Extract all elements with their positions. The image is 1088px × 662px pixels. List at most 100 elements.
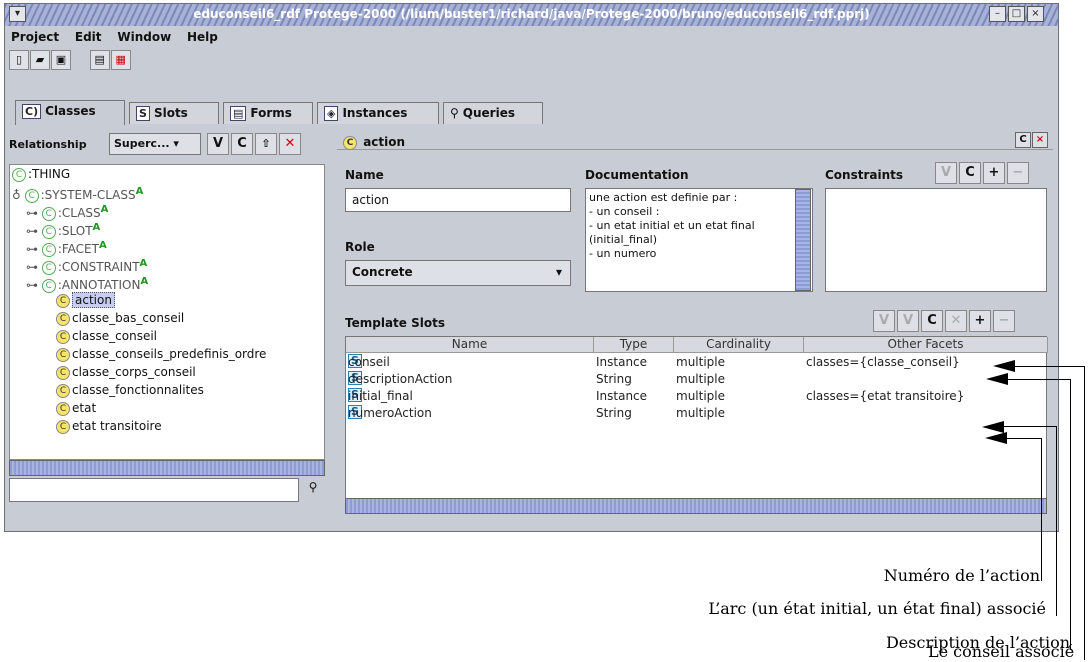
class-icon: C: [56, 329, 70, 344]
expand-icon[interactable]: ⊶: [26, 242, 42, 256]
add-constraint-button[interactable]: +: [983, 162, 1005, 184]
view-slot-button[interactable]: V: [873, 310, 895, 332]
tree-node-classe-conseils-predefinis-ordre[interactable]: Cclasse_conseils_predefinis_ordre: [56, 345, 266, 363]
delete-slot-button[interactable]: −: [993, 310, 1015, 332]
maximize-icon[interactable]: □: [1008, 6, 1025, 22]
expand-icon[interactable]: ♁: [12, 188, 25, 202]
class-icon: C: [41, 278, 56, 293]
relationship-label: Relationship: [9, 138, 87, 151]
tab-slots[interactable]: S Slots: [129, 102, 219, 124]
tree-node-classe-bas-conseil[interactable]: Cclasse_bas_conseil: [56, 309, 184, 327]
documentation-textarea[interactable]: une action est definie par : - un consei…: [585, 188, 813, 292]
constraints-list[interactable]: [825, 188, 1047, 292]
tab-classes[interactable]: C) Classes: [15, 100, 125, 125]
class-icon: C: [56, 347, 70, 362]
move-up-button[interactable]: ⇧: [255, 133, 277, 155]
table-row[interactable]: Sconseil Instance multiple classes={clas…: [346, 354, 1046, 371]
new-project-icon[interactable]: ▯: [9, 50, 29, 70]
table-row[interactable]: SdescriptionAction String multiple: [346, 371, 1046, 388]
view-class-button[interactable]: V: [207, 133, 229, 155]
tree-node-action[interactable]: Caction: [56, 291, 115, 309]
save-project-icon[interactable]: ▣: [51, 50, 71, 70]
arrow-arc-leader: [1056, 426, 1057, 616]
expand-icon[interactable]: ⊶: [26, 278, 42, 292]
cascade-windows-icon[interactable]: ▤: [89, 50, 110, 70]
open-project-icon[interactable]: ▰: [30, 50, 50, 70]
menu-window[interactable]: Window: [111, 27, 177, 44]
title-bar[interactable]: ▾ educonseil6_rdf Protege-2000 (/lium/bu…: [5, 4, 1058, 26]
slots-horizontal-scrollbar[interactable]: [345, 498, 1047, 514]
tree-node-classe-conseil[interactable]: Cclasse_conseil: [56, 327, 157, 345]
tree-node-constraint[interactable]: ⊶ C:CONSTRAINTA: [26, 255, 147, 275]
view-constraint-button[interactable]: V: [935, 162, 957, 184]
class-icon: C: [343, 135, 357, 150]
arrow-description-leader: [1070, 379, 1071, 650]
slots-icon: S: [136, 106, 150, 121]
name-field[interactable]: action: [345, 188, 571, 212]
tab-instances[interactable]: ◈ Instances: [317, 102, 439, 124]
tree-node-classe-corps-conseil[interactable]: Cclasse_corps_conseil: [56, 363, 196, 381]
arrow-conseil-head: [993, 360, 1015, 372]
toolbar: ▯ ▰ ▣ ▤ ▦: [9, 50, 132, 74]
close-icon[interactable]: ×: [1027, 6, 1044, 22]
tree-node-annotation[interactable]: ⊶ C:ANNOTATIONA: [26, 273, 148, 293]
class-tree[interactable]: C:THING ♁ C:SYSTEM-CLASSA ⊶ C:CLASSA ⊶ C…: [9, 164, 325, 460]
tree-horizontal-scrollbar[interactable]: [9, 460, 325, 476]
class-icon: C: [56, 419, 70, 434]
window-title: educonseil6_rdf Protege-2000 (/lium/bust…: [193, 7, 870, 21]
expand-icon[interactable]: ⊶: [26, 206, 42, 220]
expand-icon[interactable]: ⊶: [26, 224, 42, 238]
create-class-button[interactable]: C: [231, 133, 253, 155]
tree-node-etat[interactable]: Cetat: [56, 399, 96, 417]
tree-node-slot[interactable]: ⊶ C:SLOTA: [26, 219, 100, 239]
tree-node-classe-fonctionnalites[interactable]: Cclasse_fonctionnalites: [56, 381, 204, 399]
documentation-scrollbar[interactable]: [795, 189, 811, 291]
expand-icon[interactable]: ⊶: [26, 260, 42, 274]
template-slots-table[interactable]: Name Type Cardinality Other Facets Scons…: [345, 336, 1048, 506]
remove-slot-button[interactable]: ✕: [945, 310, 967, 332]
add-slot-button[interactable]: +: [969, 310, 991, 332]
view-button[interactable]: C: [1015, 132, 1031, 148]
class-search-input[interactable]: [9, 478, 299, 502]
arrow-numero-line: [1007, 438, 1041, 439]
tab-forms[interactable]: ▤ Forms: [223, 102, 313, 124]
arrow-conseil-line: [1015, 366, 1085, 367]
column-other-facets[interactable]: Other Facets: [804, 337, 1048, 353]
remove-constraint-button[interactable]: −: [1007, 162, 1029, 184]
role-select[interactable]: Concrete ▾: [345, 260, 571, 286]
find-class-icon[interactable]: ⚲: [303, 480, 323, 500]
binoculars-icon: ⚲: [450, 106, 459, 120]
menu-help[interactable]: Help: [181, 27, 224, 44]
close-windows-icon[interactable]: ▦: [110, 50, 131, 70]
tree-node-system-class[interactable]: ♁ C:SYSTEM-CLASSA: [12, 183, 143, 203]
relationship-select[interactable]: Superc... ▾: [109, 133, 201, 155]
name-label: Name: [345, 168, 384, 182]
minimize-icon[interactable]: –: [989, 6, 1006, 22]
class-icon: C: [12, 167, 26, 182]
caption-arc: L’arc (un état initial, un état final) a…: [708, 599, 1046, 618]
menu-edit[interactable]: Edit: [69, 27, 108, 44]
create-slot-button[interactable]: C: [921, 310, 943, 332]
tab-queries[interactable]: ⚲ Queries: [443, 102, 543, 124]
menu-project[interactable]: Project: [5, 27, 65, 44]
tree-node-facet[interactable]: ⊶ C:FACETA: [26, 237, 107, 257]
tree-node-class[interactable]: ⊶ C:CLASSA: [26, 201, 108, 221]
arrow-arc-line: [1004, 426, 1056, 427]
instances-icon: ◈: [324, 106, 339, 121]
column-name[interactable]: Name: [346, 337, 594, 353]
view-top-slot-button[interactable]: V: [897, 310, 919, 332]
delete-class-button[interactable]: ✕: [279, 133, 301, 155]
table-row[interactable]: Sinitial_final Instance multiple classes…: [346, 388, 1046, 405]
column-type[interactable]: Type: [594, 337, 674, 353]
role-label: Role: [345, 240, 375, 254]
tree-node-etat-transitoire[interactable]: Cetat transitoire: [56, 417, 162, 435]
close-form-icon[interactable]: ×: [1032, 132, 1048, 148]
arrow-numero-leader: [1041, 438, 1042, 581]
class-icon: C: [56, 311, 70, 326]
table-row[interactable]: SnumeroAction String multiple: [346, 405, 1046, 422]
column-cardinality[interactable]: Cardinality: [674, 337, 804, 353]
class-form-header: C action C ×: [337, 130, 1053, 150]
tree-node-thing[interactable]: C:THING: [12, 165, 70, 183]
arrow-description-line: [1008, 379, 1071, 380]
create-constraint-button[interactable]: C: [959, 162, 981, 184]
